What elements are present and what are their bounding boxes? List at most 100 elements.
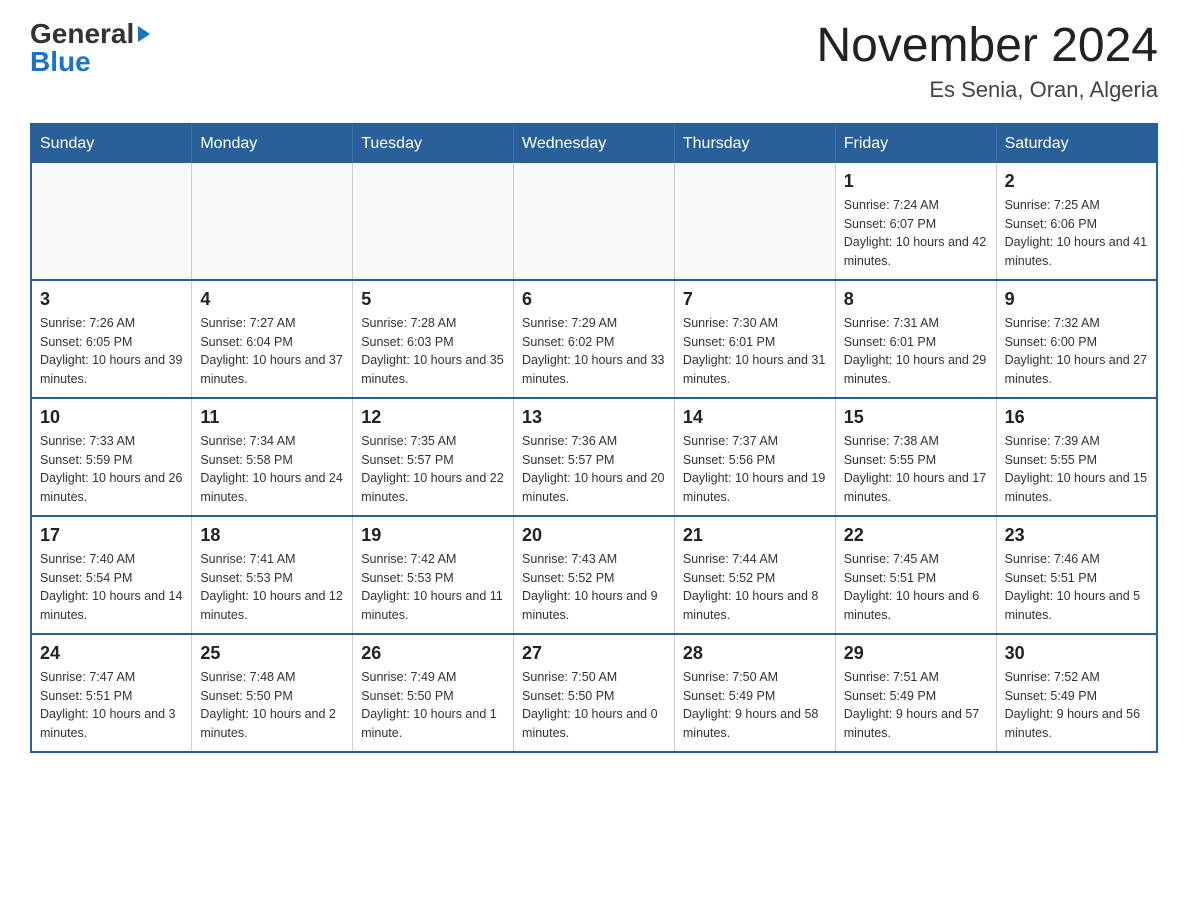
calendar-cell: 29 Sunrise: 7:51 AMSunset: 5:49 PMDayligh… <box>835 634 996 752</box>
day-info: Sunrise: 7:40 AMSunset: 5:54 PMDaylight:… <box>40 550 183 625</box>
day-number: 4 <box>200 289 344 310</box>
day-info: Sunrise: 7:44 AMSunset: 5:52 PMDaylight:… <box>683 550 827 625</box>
day-info: Sunrise: 7:39 AMSunset: 5:55 PMDaylight:… <box>1005 432 1148 507</box>
day-info: Sunrise: 7:24 AMSunset: 6:07 PMDaylight:… <box>844 196 988 271</box>
day-info: Sunrise: 7:35 AMSunset: 5:57 PMDaylight:… <box>361 432 505 507</box>
column-header-saturday: Saturday <box>996 124 1157 163</box>
day-info: Sunrise: 7:46 AMSunset: 5:51 PMDaylight:… <box>1005 550 1148 625</box>
day-number: 14 <box>683 407 827 428</box>
day-number: 5 <box>361 289 505 310</box>
day-number: 1 <box>844 171 988 192</box>
column-header-wednesday: Wednesday <box>514 124 675 163</box>
calendar-cell: 5 Sunrise: 7:28 AMSunset: 6:03 PMDaylight… <box>353 280 514 398</box>
calendar-cell: 28 Sunrise: 7:50 AMSunset: 5:49 PMDayligh… <box>674 634 835 752</box>
calendar-cell <box>514 163 675 280</box>
day-info: Sunrise: 7:37 AMSunset: 5:56 PMDaylight:… <box>683 432 827 507</box>
day-number: 13 <box>522 407 666 428</box>
day-info: Sunrise: 7:31 AMSunset: 6:01 PMDaylight:… <box>844 314 988 389</box>
day-number: 21 <box>683 525 827 546</box>
day-info: Sunrise: 7:32 AMSunset: 6:00 PMDaylight:… <box>1005 314 1148 389</box>
day-number: 9 <box>1005 289 1148 310</box>
calendar-cell: 11 Sunrise: 7:34 AMSunset: 5:58 PMDayligh… <box>192 398 353 516</box>
day-info: Sunrise: 7:38 AMSunset: 5:55 PMDaylight:… <box>844 432 988 507</box>
day-number: 11 <box>200 407 344 428</box>
day-number: 29 <box>844 643 988 664</box>
day-number: 3 <box>40 289 183 310</box>
day-number: 22 <box>844 525 988 546</box>
calendar-cell: 9 Sunrise: 7:32 AMSunset: 6:00 PMDaylight… <box>996 280 1157 398</box>
calendar-cell: 2 Sunrise: 7:25 AMSunset: 6:06 PMDaylight… <box>996 163 1157 280</box>
column-header-monday: Monday <box>192 124 353 163</box>
day-info: Sunrise: 7:36 AMSunset: 5:57 PMDaylight:… <box>522 432 666 507</box>
day-number: 24 <box>40 643 183 664</box>
day-number: 20 <box>522 525 666 546</box>
day-number: 8 <box>844 289 988 310</box>
calendar-cell: 3 Sunrise: 7:26 AMSunset: 6:05 PMDaylight… <box>31 280 192 398</box>
calendar-cell: 8 Sunrise: 7:31 AMSunset: 6:01 PMDaylight… <box>835 280 996 398</box>
calendar-cell: 6 Sunrise: 7:29 AMSunset: 6:02 PMDaylight… <box>514 280 675 398</box>
day-number: 16 <box>1005 407 1148 428</box>
day-info: Sunrise: 7:28 AMSunset: 6:03 PMDaylight:… <box>361 314 505 389</box>
calendar-cell <box>192 163 353 280</box>
day-info: Sunrise: 7:45 AMSunset: 5:51 PMDaylight:… <box>844 550 988 625</box>
day-number: 10 <box>40 407 183 428</box>
calendar-cell: 20 Sunrise: 7:43 AMSunset: 5:52 PMDayligh… <box>514 516 675 634</box>
calendar-cell: 25 Sunrise: 7:48 AMSunset: 5:50 PMDayligh… <box>192 634 353 752</box>
calendar-week-2: 3 Sunrise: 7:26 AMSunset: 6:05 PMDaylight… <box>31 280 1157 398</box>
month-title: November 2024 <box>816 20 1158 73</box>
logo-general: General <box>30 20 134 48</box>
calendar-cell: 12 Sunrise: 7:35 AMSunset: 5:57 PMDayligh… <box>353 398 514 516</box>
calendar-table: SundayMondayTuesdayWednesdayThursdayFrid… <box>30 123 1158 753</box>
column-header-friday: Friday <box>835 124 996 163</box>
calendar-cell: 10Sunrise: 7:33 AMSunset: 5:59 PMDayligh… <box>31 398 192 516</box>
calendar-cell: 4 Sunrise: 7:27 AMSunset: 6:04 PMDaylight… <box>192 280 353 398</box>
day-info: Sunrise: 7:49 AMSunset: 5:50 PMDaylight:… <box>361 668 505 743</box>
day-info: Sunrise: 7:25 AMSunset: 6:06 PMDaylight:… <box>1005 196 1148 271</box>
column-header-tuesday: Tuesday <box>353 124 514 163</box>
day-number: 25 <box>200 643 344 664</box>
calendar-cell <box>674 163 835 280</box>
day-number: 17 <box>40 525 183 546</box>
day-info: Sunrise: 7:27 AMSunset: 6:04 PMDaylight:… <box>200 314 344 389</box>
day-info: Sunrise: 7:29 AMSunset: 6:02 PMDaylight:… <box>522 314 666 389</box>
day-info: Sunrise: 7:43 AMSunset: 5:52 PMDaylight:… <box>522 550 666 625</box>
column-header-sunday: Sunday <box>31 124 192 163</box>
day-info: Sunrise: 7:52 AMSunset: 5:49 PMDaylight:… <box>1005 668 1148 743</box>
day-number: 26 <box>361 643 505 664</box>
calendar-cell: 16 Sunrise: 7:39 AMSunset: 5:55 PMDayligh… <box>996 398 1157 516</box>
calendar-cell: 22 Sunrise: 7:45 AMSunset: 5:51 PMDayligh… <box>835 516 996 634</box>
day-info: Sunrise: 7:42 AMSunset: 5:53 PMDaylight:… <box>361 550 505 625</box>
title-section: November 2024 Es Senia, Oran, Algeria <box>816 20 1158 103</box>
day-number: 30 <box>1005 643 1148 664</box>
day-info: Sunrise: 7:51 AMSunset: 5:49 PMDaylight:… <box>844 668 988 743</box>
day-number: 19 <box>361 525 505 546</box>
calendar-cell: 27Sunrise: 7:50 AMSunset: 5:50 PMDayligh… <box>514 634 675 752</box>
calendar-cell: 1 Sunrise: 7:24 AMSunset: 6:07 PMDaylight… <box>835 163 996 280</box>
day-info: Sunrise: 7:50 AMSunset: 5:49 PMDaylight:… <box>683 668 827 743</box>
logo-arrow-icon <box>138 26 150 42</box>
calendar-cell: 30 Sunrise: 7:52 AMSunset: 5:49 PMDayligh… <box>996 634 1157 752</box>
calendar-cell: 14 Sunrise: 7:37 AMSunset: 5:56 PMDayligh… <box>674 398 835 516</box>
day-number: 6 <box>522 289 666 310</box>
calendar-cell: 18Sunrise: 7:41 AMSunset: 5:53 PMDayligh… <box>192 516 353 634</box>
day-number: 2 <box>1005 171 1148 192</box>
day-info: Sunrise: 7:26 AMSunset: 6:05 PMDaylight:… <box>40 314 183 389</box>
calendar-cell: 7 Sunrise: 7:30 AMSunset: 6:01 PMDaylight… <box>674 280 835 398</box>
day-number: 15 <box>844 407 988 428</box>
day-info: Sunrise: 7:41 AMSunset: 5:53 PMDaylight:… <box>200 550 344 625</box>
calendar-cell: 24 Sunrise: 7:47 AMSunset: 5:51 PMDayligh… <box>31 634 192 752</box>
day-number: 12 <box>361 407 505 428</box>
day-number: 23 <box>1005 525 1148 546</box>
calendar-week-5: 24 Sunrise: 7:47 AMSunset: 5:51 PMDayligh… <box>31 634 1157 752</box>
day-info: Sunrise: 7:30 AMSunset: 6:01 PMDaylight:… <box>683 314 827 389</box>
day-info: Sunrise: 7:47 AMSunset: 5:51 PMDaylight:… <box>40 668 183 743</box>
column-header-thursday: Thursday <box>674 124 835 163</box>
day-info: Sunrise: 7:48 AMSunset: 5:50 PMDaylight:… <box>200 668 344 743</box>
calendar-week-4: 17 Sunrise: 7:40 AMSunset: 5:54 PMDayligh… <box>31 516 1157 634</box>
calendar-cell <box>353 163 514 280</box>
day-number: 28 <box>683 643 827 664</box>
page-header: General Blue November 2024 Es Senia, Ora… <box>30 20 1158 103</box>
day-number: 7 <box>683 289 827 310</box>
calendar-week-1: 1 Sunrise: 7:24 AMSunset: 6:07 PMDaylight… <box>31 163 1157 280</box>
day-info: Sunrise: 7:34 AMSunset: 5:58 PMDaylight:… <box>200 432 344 507</box>
